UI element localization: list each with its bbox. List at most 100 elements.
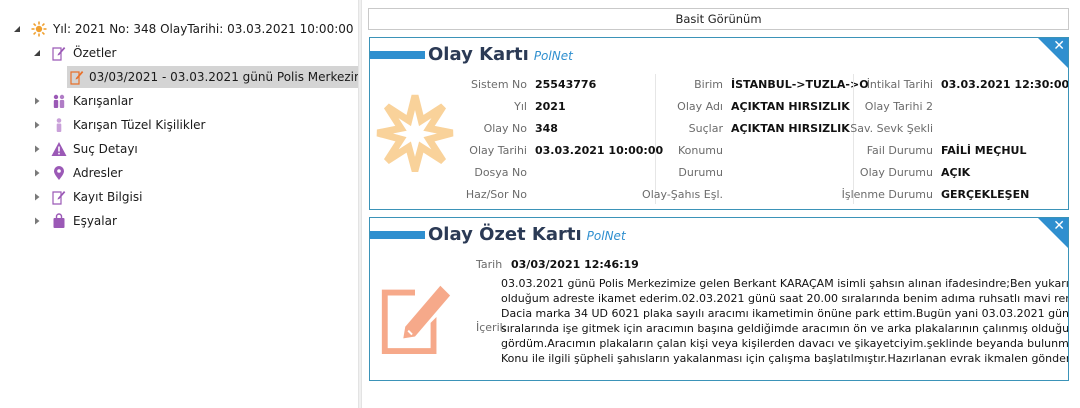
tree-label-kayit: Kayıt Bilgisi bbox=[73, 190, 143, 204]
tree-node-kayit[interactable]: Kayıt Bilgisi bbox=[32, 186, 142, 208]
tree-node-suc[interactable]: Suç Detayı bbox=[32, 138, 138, 160]
icerik-text: 03.03.2021 günü Polis Merkezimize gelen … bbox=[501, 276, 1069, 366]
field-label: Sistem No bbox=[470, 77, 527, 91]
field-label: Durumu bbox=[678, 165, 723, 179]
field-row: Fail Durumu FAİLİ MEÇHUL bbox=[806, 140, 1027, 160]
field-row: Sav. Sevk Şekli bbox=[806, 118, 941, 138]
card-header: Olay Özet Kartı PolNet bbox=[370, 224, 626, 245]
tree-label-suc: Suç Detayı bbox=[73, 142, 138, 156]
field-value: AÇIK bbox=[941, 165, 971, 179]
field-label: Olay Adı bbox=[677, 99, 723, 113]
tree-node-tuzel[interactable]: Karışan Tüzel Kişilikler bbox=[32, 114, 205, 136]
tree-panel: Yıl: 2021 No: 348 OlayTarihi: 03.03.2021… bbox=[0, 0, 358, 408]
field-label: Suçlar bbox=[688, 121, 723, 135]
field-value: 03.03.2021 12:30:00 bbox=[941, 77, 1069, 91]
tree-node-ozet-item[interactable]: 03/03/2021 - 03.03.2021 günü Polis Merke… bbox=[67, 66, 358, 88]
field-label: Fail Durumu bbox=[866, 143, 933, 157]
icerik-line: gördüm.Aracımın plakaların çalan kişi ve… bbox=[501, 337, 1069, 350]
card-title: Olay Özet Kartı bbox=[428, 224, 582, 245]
expand-arrow-icon[interactable] bbox=[32, 96, 42, 106]
expand-arrow-icon[interactable] bbox=[32, 120, 42, 130]
field-label: Olay Durumu bbox=[859, 165, 933, 179]
icerik-line: 03.03.2021 günü Polis Merkezimize gelen … bbox=[501, 277, 1069, 290]
tree-label-ozet-item: 03/03/2021 - 03.03.2021 günü Polis Merke… bbox=[89, 70, 358, 84]
field-value: 2021 bbox=[535, 99, 566, 113]
note-icon bbox=[70, 68, 84, 86]
field-value: 25543776 bbox=[535, 77, 597, 91]
expand-arrow-icon[interactable] bbox=[32, 168, 42, 178]
field-row: Olay Durumu AÇIK bbox=[806, 162, 970, 182]
icerik-line: Dacia marka 34 UD 6021 plaka sayılı arac… bbox=[501, 307, 1069, 320]
ozet-karti-card: Olay Özet Kartı PolNet ✕ Tarih 03/03/202… bbox=[369, 217, 1069, 381]
field-row: Sistem No 25543776 bbox=[400, 74, 596, 94]
field-row: Durumu bbox=[596, 162, 731, 182]
tree-node-karisanlar[interactable]: Karışanlar bbox=[32, 90, 133, 112]
close-icon[interactable]: ✕ bbox=[1053, 218, 1065, 234]
tree-label-tuzel: Karışan Tüzel Kişilikler bbox=[73, 118, 206, 132]
field-label: Olay Tarihi bbox=[469, 143, 527, 157]
expand-arrow-icon[interactable] bbox=[32, 192, 42, 202]
field-label: Olay Tarihi 2 bbox=[864, 99, 933, 113]
person-icon bbox=[50, 116, 68, 134]
shopping-bag-icon bbox=[50, 212, 68, 230]
tree-label-karisanlar: Karışanlar bbox=[73, 94, 134, 108]
tarih-label: Tarih bbox=[476, 258, 503, 271]
field-row: Dosya No bbox=[400, 162, 535, 182]
field-row: Yıl 2021 bbox=[400, 96, 566, 116]
field-label: Olay-Şahıs Eşl. bbox=[642, 187, 723, 201]
tree-root-label: Yıl: 2021 No: 348 OlayTarihi: 03.03.2021… bbox=[53, 22, 358, 36]
people-icon bbox=[50, 92, 68, 110]
tree-label-adresler: Adresler bbox=[73, 166, 123, 180]
field-label: Haz/Sor No bbox=[465, 187, 527, 201]
olay-karti-card: Olay Kartı PolNet ✕ Sistem No 25543776 Yıl… bbox=[369, 37, 1069, 210]
simple-view-button[interactable]: Basit Görünüm bbox=[368, 8, 1069, 30]
card-title: Olay Kartı bbox=[428, 44, 529, 65]
field-label: Birim bbox=[694, 77, 723, 91]
warning-icon bbox=[50, 140, 68, 158]
field-label: Dosya No bbox=[474, 165, 527, 179]
field-label: Sav. Sevk Şekli bbox=[850, 121, 933, 135]
tree-node-esyalar[interactable]: Eşyalar bbox=[32, 210, 117, 232]
field-row: Haz/Sor No bbox=[400, 184, 535, 204]
field-label: Olay No bbox=[483, 121, 527, 135]
tree-node-adresler[interactable]: Adresler bbox=[32, 162, 123, 184]
detail-panel: Basit Görünüm Olay Kartı PolNet ✕ Sistem… bbox=[364, 0, 1080, 408]
panel-splitter[interactable] bbox=[358, 0, 362, 408]
collapse-arrow-icon[interactable] bbox=[12, 24, 22, 34]
note-icon bbox=[50, 44, 68, 62]
tree-node-ozetler[interactable]: Özetler bbox=[32, 42, 116, 64]
tree-root-node[interactable]: Yıl: 2021 No: 348 OlayTarihi: 03.03.2021… bbox=[12, 18, 358, 40]
icerik-line: olduğum adreste ikamet ederim.02.03.2021… bbox=[501, 292, 1068, 305]
tarih-value: 03/03/2021 12:46:19 bbox=[511, 258, 639, 271]
close-icon[interactable]: ✕ bbox=[1053, 38, 1065, 54]
field-label: İşlenme Durumu bbox=[841, 187, 933, 201]
field-row: İşlenme Durumu GERÇEKLEŞEN bbox=[806, 184, 1030, 204]
tree-label-ozetler: Özetler bbox=[73, 46, 117, 60]
card-subtitle: PolNet bbox=[533, 49, 573, 63]
header-accent-bar bbox=[370, 230, 425, 239]
field-row: Konumu bbox=[596, 140, 731, 160]
field-label: İntikal Tarihi bbox=[866, 77, 933, 91]
header-accent-bar bbox=[370, 50, 425, 59]
field-label: Yıl bbox=[514, 99, 527, 113]
expand-arrow-icon[interactable] bbox=[32, 216, 42, 226]
field-value: 348 bbox=[535, 121, 558, 135]
note-icon bbox=[50, 188, 68, 206]
sun-icon bbox=[30, 20, 48, 38]
field-label: Konumu bbox=[677, 143, 723, 157]
field-value: GERÇEKLEŞEN bbox=[941, 187, 1030, 201]
collapse-arrow-icon[interactable] bbox=[32, 48, 42, 58]
card-subtitle: PolNet bbox=[586, 229, 626, 243]
icerik-line: sıralarında işe gitmek için aracımın baş… bbox=[501, 322, 1069, 335]
icerik-line: Konu ile ilgili şüpheli şahısların yakal… bbox=[501, 352, 1069, 365]
field-row: Olay-Şahıs Eşl. bbox=[596, 184, 731, 204]
map-pin-icon bbox=[50, 164, 68, 182]
field-row: Olay No 348 bbox=[400, 118, 558, 138]
field-row: İntikal Tarihi 03.03.2021 12:30:00 bbox=[806, 74, 1069, 94]
card-header: Olay Kartı PolNet bbox=[370, 44, 573, 65]
note-edit-icon bbox=[376, 276, 454, 359]
expand-arrow-icon[interactable] bbox=[32, 144, 42, 154]
field-value: FAİLİ MEÇHUL bbox=[941, 143, 1027, 157]
field-row: Olay Tarihi 2 bbox=[806, 96, 941, 116]
tree-label-esyalar: Eşyalar bbox=[73, 214, 117, 228]
